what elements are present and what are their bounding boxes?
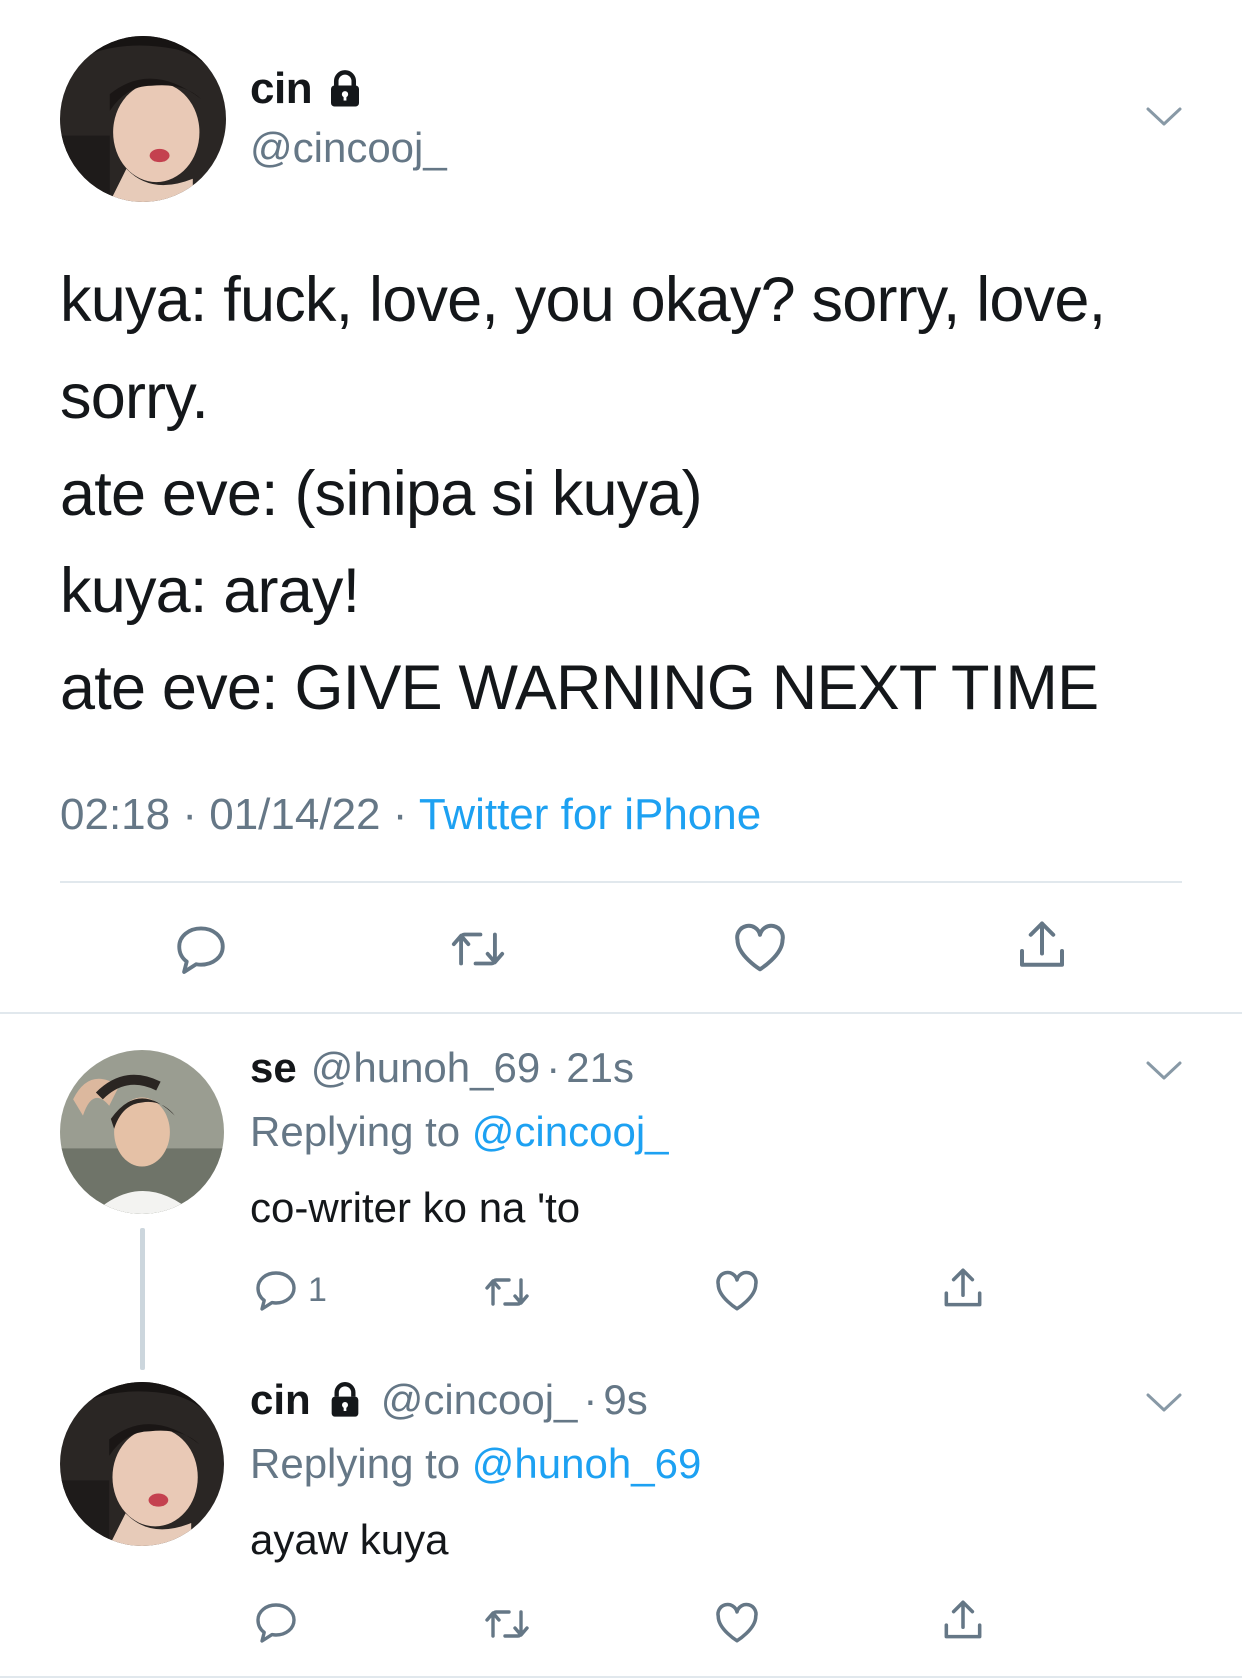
like-icon (716, 1602, 758, 1643)
replying-to-label: Replying to (250, 1440, 461, 1487)
retweet-icon (485, 1278, 529, 1306)
chevron-down-icon[interactable] (1144, 1390, 1184, 1416)
display-name[interactable]: cin (250, 64, 313, 114)
share-button[interactable] (938, 1596, 988, 1646)
tweet-date[interactable]: 01/14/22 (209, 790, 380, 839)
reply-icon (256, 1271, 296, 1311)
divider (0, 1012, 1242, 1014)
lock-icon (331, 70, 360, 107)
reply-button[interactable]: 1 (252, 1266, 327, 1314)
replying-to-label: Replying to (250, 1108, 461, 1155)
avatar[interactable] (60, 36, 226, 202)
share-icon (944, 1600, 982, 1639)
tweet-thread-view: cin @cincooj_ kuya: fuck, love, you okay… (0, 0, 1242, 1680)
share-button[interactable] (938, 1264, 988, 1314)
like-button[interactable] (712, 1266, 762, 1316)
mention-link[interactable]: @hunoh_69 (472, 1440, 702, 1487)
lock-icon (331, 1382, 359, 1417)
reply-button[interactable] (172, 920, 230, 978)
meta-separator: · (392, 790, 408, 839)
tweet-age[interactable]: 9s (603, 1376, 647, 1424)
handle[interactable]: @cincooj_ (381, 1376, 578, 1424)
retweet-icon (451, 932, 505, 966)
avatar-photo-cin (60, 36, 226, 202)
divider (60, 881, 1182, 883)
share-button[interactable] (1012, 916, 1072, 976)
meta-separator: · (182, 790, 197, 839)
like-icon (716, 1270, 758, 1311)
avatar[interactable] (60, 1382, 224, 1546)
divider (0, 1676, 1242, 1678)
like-button[interactable] (712, 1598, 762, 1648)
retweet-icon (485, 1610, 529, 1638)
share-icon (1020, 921, 1064, 967)
tweet-meta: 02:18 · 01/14/22 · Twitter for iPhone (60, 790, 761, 840)
avatar-photo-cin (60, 1382, 224, 1546)
chevron-down-icon[interactable] (1144, 104, 1184, 130)
reply-text: co-writer ko na 'to (250, 1184, 581, 1231)
reply-icon (256, 1603, 296, 1643)
avatar[interactable] (60, 1050, 224, 1214)
reply-icon (177, 926, 225, 974)
avatar-photo-se (60, 1050, 224, 1214)
reply-button[interactable] (252, 1598, 300, 1646)
chevron-down-icon[interactable] (1144, 1058, 1184, 1084)
like-icon (735, 923, 785, 972)
display-name[interactable]: cin (250, 1376, 311, 1424)
replying-to-line: Replying to @hunoh_69 (250, 1440, 701, 1488)
meta-separator: · (583, 1376, 598, 1423)
meta-separator: · (546, 1044, 561, 1091)
share-icon (944, 1268, 982, 1307)
reply-count: 1 (308, 1270, 327, 1309)
tweet-time[interactable]: 02:18 (60, 790, 170, 839)
tweet-age[interactable]: 21s (566, 1044, 634, 1092)
replying-to-line: Replying to @cincooj_ (250, 1108, 669, 1156)
reply-header: se @hunoh_69 · 21s (250, 1044, 634, 1092)
retweet-button[interactable] (446, 920, 510, 978)
tweet-source-link[interactable]: Twitter for iPhone (419, 790, 761, 839)
display-name[interactable]: se (250, 1044, 297, 1092)
retweet-button[interactable] (480, 1600, 534, 1648)
handle[interactable]: @cincooj_ (250, 124, 447, 172)
tweet-text: kuya: fuck, love, you okay? sorry, love,… (60, 265, 1106, 723)
reply-header: cin @cincooj_ · 9s (250, 1376, 648, 1424)
retweet-button[interactable] (480, 1268, 534, 1316)
like-button[interactable] (730, 918, 790, 978)
author-name-row: cin (250, 64, 366, 114)
thread-connector (140, 1228, 145, 1370)
handle[interactable]: @hunoh_69 (311, 1044, 541, 1092)
reply-text: ayaw kuya (250, 1516, 449, 1563)
mention-link[interactable]: @cincooj_ (472, 1108, 669, 1155)
